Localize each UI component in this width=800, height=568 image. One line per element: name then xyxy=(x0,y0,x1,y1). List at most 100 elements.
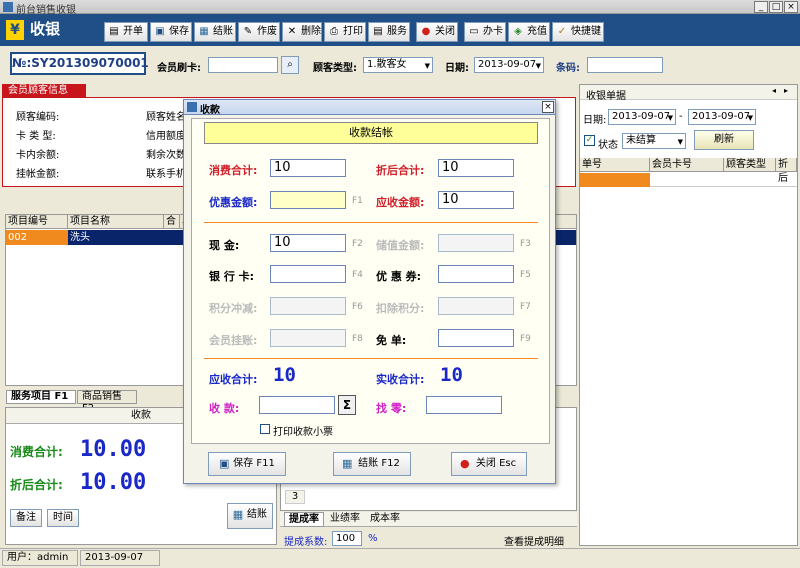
delete-button[interactable]: ✕ 删除 xyxy=(282,22,322,42)
status-select[interactable]: 未结算 xyxy=(622,133,686,149)
commission-coef-input[interactable]: 100 xyxy=(332,531,362,546)
commission-coef-label: 提成系数: xyxy=(284,537,328,548)
orders-date-to[interactable]: 2013-09-07 xyxy=(688,109,756,125)
close-button[interactable]: ● 关闭 xyxy=(416,22,458,42)
tab-service-items[interactable]: 服务项目 F1 xyxy=(6,390,76,404)
member-info-tab[interactable]: 会员顾客信息 xyxy=(2,84,86,98)
stats-tabs xyxy=(280,512,577,527)
benefit-amount-input[interactable] xyxy=(270,191,346,209)
free-order-shortcut: F9 xyxy=(520,334,531,344)
dialog-close-button[interactable]: ● 关闭 Esc xyxy=(451,452,527,476)
date-picker[interactable]: 2013-09-07 xyxy=(474,57,544,73)
free-order-input[interactable] xyxy=(438,329,514,347)
refresh-button[interactable]: 刷新 xyxy=(694,130,754,150)
service-button[interactable]: ▤ 服务 xyxy=(368,22,410,42)
new-order-button[interactable]: ▤ 开单 xyxy=(104,22,148,42)
shortcut-button[interactable]: ✓ 快捷键 xyxy=(552,22,604,42)
col-after-discount[interactable]: 折后 xyxy=(776,158,797,184)
close-icon[interactable]: × xyxy=(784,1,798,13)
customer-type-label: 顾客类型: xyxy=(313,63,357,74)
discount-total-label: 折后合计: xyxy=(10,478,63,492)
close-circle-icon: ● xyxy=(421,26,431,37)
barcode-input[interactable] xyxy=(587,57,663,73)
time-button[interactable]: 时间 xyxy=(47,509,79,527)
member-card-label: 会员刷卡: xyxy=(157,63,201,74)
member-credit-shortcut: F8 xyxy=(352,334,363,344)
tab-commission-rate[interactable]: 提成率 xyxy=(284,512,324,527)
order-number: №:SY201309070001 xyxy=(10,52,149,75)
tab-cost-rate[interactable]: 成本率 xyxy=(366,512,404,527)
bank-card-input[interactable] xyxy=(270,265,346,283)
stored-value-input[interactable] xyxy=(438,234,514,252)
dialog-save-button[interactable]: ▣ 保存 F11 xyxy=(208,452,286,476)
col-item-code[interactable]: 项目编号 xyxy=(6,215,68,229)
col-member-card[interactable]: 会员卡号 xyxy=(650,158,724,172)
dialog-close-icon[interactable]: × xyxy=(542,101,554,113)
receivable-field[interactable]: 10 xyxy=(438,191,514,209)
collect-input[interactable] xyxy=(259,396,335,414)
card-icon: ▭ xyxy=(469,26,479,37)
cash-shortcut: F2 xyxy=(352,239,363,249)
sum-button[interactable]: Σ xyxy=(338,395,356,415)
benefit-shortcut: F1 xyxy=(352,196,363,206)
discount-total-value: 10.00 xyxy=(80,470,147,495)
divider xyxy=(204,222,538,223)
print-icon: ⎙ xyxy=(330,26,338,37)
orders-grid-header: 单号 会员卡号 顾客类型 折后 xyxy=(580,158,797,184)
date-label: 日期: xyxy=(445,63,469,74)
deduct-points-input[interactable] xyxy=(438,297,514,315)
pay-checkout-button[interactable]: ▦ 结账 xyxy=(227,503,273,529)
void-button[interactable]: ✎ 作废 xyxy=(238,22,280,42)
panel-prev-icon[interactable]: ◂ xyxy=(772,86,776,95)
save-button[interactable]: ▣ 保存 xyxy=(150,22,192,42)
payment-dialog: 收款 × 收款结帐 消费合计: 10 折后合计: 10 优惠金额: F1 应收金… xyxy=(183,99,556,484)
card-reader-icon[interactable]: ⌕ xyxy=(281,56,299,74)
col-order-no[interactable]: 单号 xyxy=(580,158,650,172)
after-discount-field[interactable]: 10 xyxy=(438,159,514,177)
note-button[interactable]: 备注 xyxy=(10,509,42,527)
print-receipt-label: 打印收款小票 xyxy=(273,427,333,438)
col-total[interactable]: 合 xyxy=(164,215,180,229)
total-due-value: 10 xyxy=(273,364,296,386)
commission-detail-link[interactable]: 查看提成明细 xyxy=(504,533,564,548)
contact-phone-label: 联系手机 xyxy=(146,169,186,180)
dialog-title: 收款 xyxy=(200,105,220,116)
brand: ¥ 收银 xyxy=(6,18,60,40)
member-credit-input[interactable] xyxy=(270,329,346,347)
points-offset-input[interactable] xyxy=(270,297,346,315)
orders-panel-title: 收银单据 xyxy=(586,91,626,102)
consume-total-field[interactable]: 10 xyxy=(270,159,346,177)
panel-next-icon[interactable]: ▸ xyxy=(784,86,788,95)
bank-card-label: 银 行 卡: xyxy=(209,270,255,283)
coupon-input[interactable] xyxy=(438,265,514,283)
cash-input[interactable]: 10 xyxy=(270,234,346,252)
recharge-button[interactable]: ◈ 充值 xyxy=(508,22,550,42)
save-icon: ▣ xyxy=(155,26,165,37)
change-field[interactable] xyxy=(426,396,502,414)
total-paid-value: 10 xyxy=(440,364,463,386)
customer-type-select[interactable]: 1.散客女 xyxy=(363,57,433,73)
checkout-icon: ▦ xyxy=(199,26,209,37)
new-doc-icon: ▤ xyxy=(109,26,119,37)
shortcut-icon: ✓ xyxy=(557,26,567,37)
minimize-icon[interactable]: _ xyxy=(754,1,768,13)
brand-title: 收银 xyxy=(30,20,61,38)
member-card-input[interactable] xyxy=(208,57,278,73)
tab-product-sales[interactable]: 商品销售 F2 xyxy=(77,390,137,414)
print-receipt-checkbox[interactable] xyxy=(260,424,270,434)
status-checkbox[interactable]: ✓ xyxy=(584,135,595,146)
orders-date-from[interactable]: 2013-09-07 xyxy=(608,109,676,125)
col-item-name[interactable]: 项目名称 xyxy=(68,215,164,229)
checkout-button[interactable]: ▦ 结账 xyxy=(194,22,236,42)
dialog-checkout-button[interactable]: ▦ 结账 F12 xyxy=(333,452,411,476)
status-user: 用户：admin xyxy=(2,550,78,566)
credit-amount-label: 挂帐金额: xyxy=(16,169,60,180)
issue-card-button[interactable]: ▭ 办卡 xyxy=(464,22,506,42)
tab-performance-rate[interactable]: 业绩率 xyxy=(326,512,364,527)
divider xyxy=(204,358,538,359)
status-date: 2013-09-07 xyxy=(80,550,160,566)
print-button[interactable]: ⎙ 打印 xyxy=(324,22,366,42)
orders-selected-row[interactable] xyxy=(580,173,797,187)
maximize-icon[interactable]: □ xyxy=(769,1,783,13)
col-customer-type[interactable]: 顾客类型 xyxy=(724,158,776,172)
